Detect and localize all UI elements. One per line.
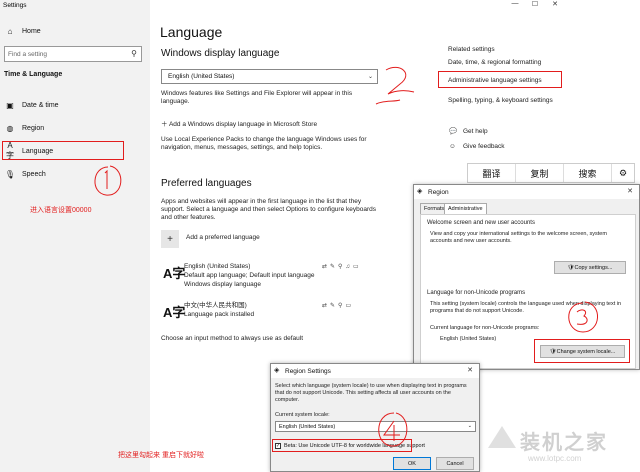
home-icon: ⌂ (7, 26, 13, 36)
language-icon: A字 (163, 266, 186, 281)
language-feature-icons: ⇄✎⚲♫▭ (322, 264, 362, 270)
shield-icon: 🛡 (567, 264, 575, 271)
sidebar-item-label: Home (22, 27, 41, 35)
sidebar-item-date-time[interactable]: ▣ Date & time (0, 96, 150, 114)
settings-sidebar: Settings ⌂ Home Find a setting ⚲ Time & … (0, 0, 150, 472)
related-link-date-time[interactable]: Date, time, & regional formatting (448, 59, 541, 67)
language-detail: Default app language; Default input lang… (184, 272, 315, 279)
add-display-language-text: Add a Windows display language in Micros… (168, 121, 318, 128)
close-icon[interactable]: ✕ (627, 187, 633, 195)
sidebar-item-label: Date & time (22, 101, 59, 109)
preferred-languages-desc: Apps and websites will appear in the fir… (161, 198, 377, 221)
region-dialog-titlebar: ◈ Region ✕ (414, 185, 639, 199)
maximize-icon[interactable]: ☐ (525, 0, 545, 10)
step3-scribble (568, 301, 598, 333)
step4-scribble (378, 412, 408, 447)
related-settings-heading: Related settings (448, 46, 495, 53)
display-language-select[interactable]: English (United States) ⌄ (161, 69, 378, 84)
language-name[interactable]: 中文(中华人民共和国) (184, 302, 247, 310)
calendar-icon: ▣ (6, 100, 14, 110)
microphone-icon: 🎙 (4, 169, 16, 179)
input-method-link[interactable]: Choose an input method to always use as … (161, 335, 303, 343)
add-preferred-button[interactable]: + (161, 230, 179, 248)
translate-toolbar: 翻译 复制 搜索 ⚙ (467, 163, 635, 183)
search-placeholder: Find a setting (8, 50, 48, 58)
feedback-icon: ☺ (449, 143, 456, 150)
copy-settings-label: Copy settings... (574, 264, 613, 271)
preferred-languages-heading: Preferred languages (161, 178, 252, 189)
current-language-value: English (United States) (440, 336, 497, 342)
watermark-url: www.lotpc.com (528, 454, 582, 463)
watermark: 装机之家 www.lotpc.com (488, 420, 628, 470)
help-icon: 💬 (449, 128, 458, 135)
close-icon[interactable]: ✕ (545, 0, 565, 10)
chevron-down-icon: ⌄ (467, 423, 472, 429)
language-name[interactable]: English (United States) (184, 263, 250, 271)
highlight-admin-language (438, 71, 562, 88)
sidebar-item-label: Speech (22, 170, 46, 178)
region-settings-titlebar: ◈ Region Settings ✕ (271, 364, 479, 378)
translate-button[interactable]: 翻译 (468, 164, 516, 182)
sidebar-section-title: Time & Language (4, 71, 63, 78)
language-feature-icons: ⇄✎⚲▭ (322, 303, 355, 309)
related-link-spelling[interactable]: Spelling, typing, & keyboard settings (448, 97, 553, 105)
current-locale-label: Current system locale: (275, 412, 330, 418)
copy-settings-button[interactable]: 🛡 Copy settings... (554, 261, 626, 274)
page-title: Language (160, 24, 223, 40)
region-settings-desc: Select which language (system locale) to… (275, 383, 467, 403)
display-language-value: English (United States) (168, 73, 235, 80)
watermark-logo-icon (488, 426, 516, 448)
welcome-desc: View and copy your international setting… (430, 231, 607, 244)
welcome-heading: Welcome screen and new user accounts (427, 220, 535, 226)
sidebar-item-home[interactable]: ⌂ Home (0, 22, 150, 40)
watermark-text: 装机之家 (520, 432, 608, 454)
nonunicode-heading: Language for non-Unicode programs (427, 290, 526, 296)
step2-scribble (375, 66, 415, 105)
step1-scribble (94, 165, 122, 196)
step1-note: 进入语言设置00000 (30, 207, 92, 214)
copy-button[interactable]: 复制 (516, 164, 564, 182)
display-language-desc: Windows features like Settings and File … (161, 90, 353, 105)
region-dialog-title: Region (428, 188, 449, 196)
tab-administrative[interactable]: Administrative (444, 203, 487, 214)
display-language-heading: Windows display language (161, 48, 280, 59)
search-input[interactable]: Find a setting ⚲ (4, 46, 142, 62)
minimize-icon[interactable]: — (505, 0, 525, 10)
sidebar-item-label: Region (22, 124, 45, 132)
highlight-language (2, 141, 124, 160)
system-locale-value: English (United States) (279, 423, 336, 430)
add-display-language-link[interactable]: ＋ Add a Windows display language in Micr… (161, 121, 376, 129)
highlight-change-locale (534, 339, 630, 363)
current-language-label: Current language for non-Unicode program… (430, 325, 540, 331)
language-detail: Windows display language (184, 281, 261, 288)
step4-note: 把这里勾起来 重启下就好啦 (118, 452, 204, 459)
cancel-button[interactable]: Cancel (436, 457, 474, 470)
lep-desc: Use Local Experience Packs to change the… (161, 136, 367, 151)
sidebar-item-region[interactable]: ◍ Region (0, 119, 150, 137)
add-preferred-label[interactable]: Add a preferred language (186, 234, 260, 242)
close-icon[interactable]: ✕ (467, 366, 473, 374)
region-settings-title: Region Settings (285, 367, 331, 375)
globe-icon: ◍ (6, 123, 14, 133)
search-button[interactable]: 搜索 (564, 164, 612, 182)
plus-icon: + (167, 233, 173, 245)
search-icon: ⚲ (131, 49, 137, 58)
give-feedback-link[interactable]: Give feedback (463, 143, 505, 151)
ok-button[interactable]: OK (393, 457, 431, 470)
window-title: Settings (3, 2, 27, 9)
region-icon: ◈ (417, 188, 423, 195)
window-controls: — ☐ ✕ (505, 0, 565, 10)
region-icon: ◈ (274, 367, 280, 374)
language-icon: A字 (163, 305, 186, 320)
get-help-link[interactable]: Get help (463, 128, 488, 136)
plus-icon: ＋ (161, 121, 169, 128)
language-detail: Language pack installed (184, 311, 255, 318)
gear-icon[interactable]: ⚙ (612, 164, 634, 182)
